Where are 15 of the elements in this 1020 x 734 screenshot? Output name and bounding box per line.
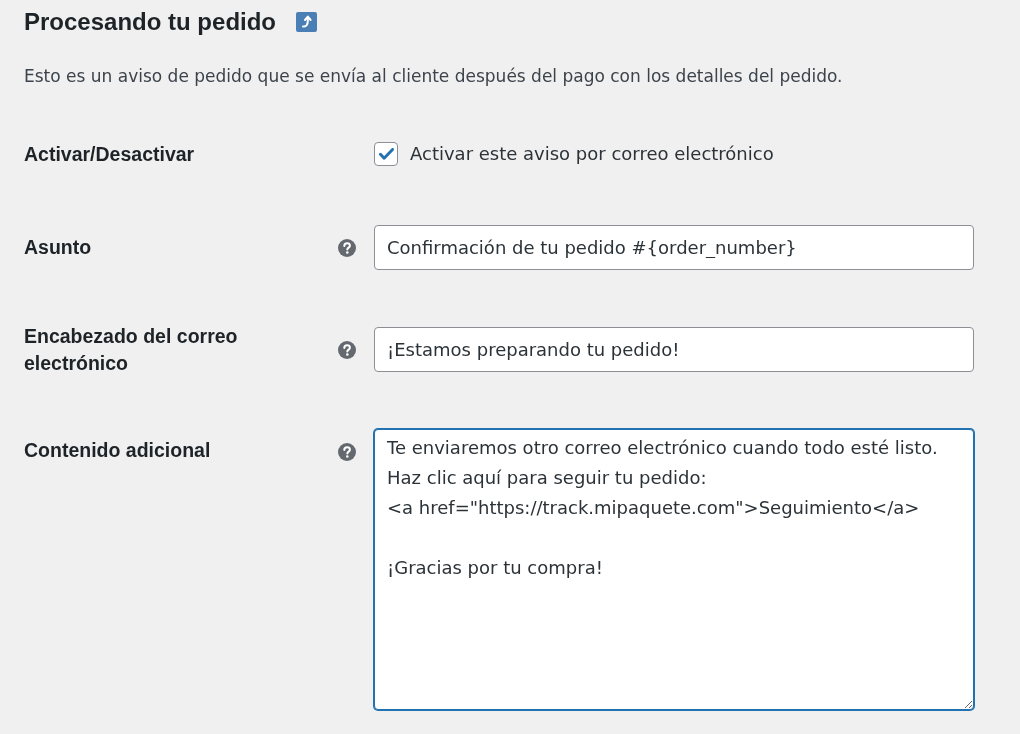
help-icon[interactable]	[338, 340, 356, 359]
text-input[interactable]: Confirmación de tu pedido #{order_number}	[374, 225, 974, 270]
checkbox[interactable]	[374, 142, 398, 166]
field-label: Encabezado del correo electrónico	[24, 323, 239, 376]
field-label: Asunto	[24, 235, 93, 260]
checkbox-label[interactable]: Activar este aviso por correo electrónico	[410, 140, 774, 168]
help-icon[interactable]	[338, 443, 356, 461]
page-title: Procesando tu pedido	[24, 7, 277, 37]
checkmark-icon	[378, 148, 394, 160]
field-label: Contenido adicional	[24, 438, 212, 463]
text-input[interactable]: ¡Estamos preparando tu pedido!	[374, 327, 974, 372]
description-text: Esto es un aviso de pedido que se envía al cliente después del pago con los detalles del pedido.	[24, 65, 844, 88]
field-label: Activar/Desactivar	[24, 141, 196, 167]
help-icon[interactable]	[338, 238, 356, 257]
textarea-field[interactable]: Te enviaremos otro correo electrónico cuando todo esté listo. Haz clic aquí para seguir tu pedido: <a href="https://track.mipaquete.com">Seguimiento</a> ¡Gracias por tu compra!	[374, 429, 974, 710]
